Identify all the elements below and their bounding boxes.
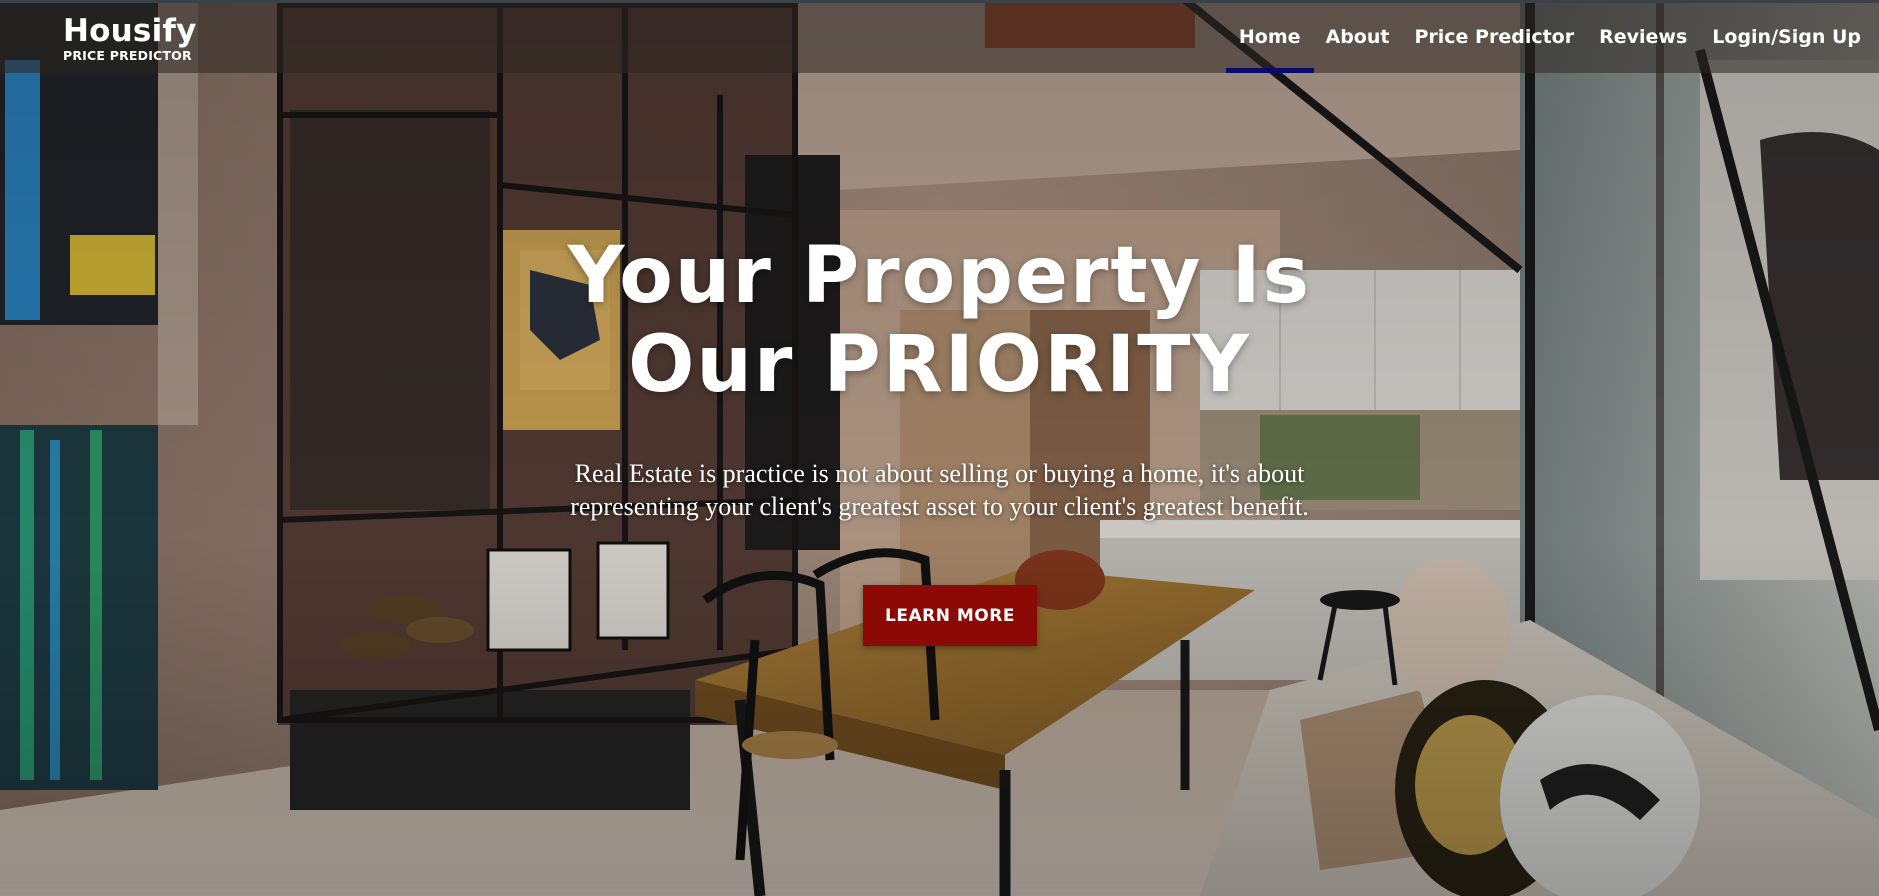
hero-title: Your Property Is Our PRIORITY: [0, 232, 1879, 410]
navbar: Housify PRICE PREDICTOR Home About Price…: [0, 0, 1879, 73]
hero-title-line-2: Our PRIORITY: [628, 320, 1251, 410]
learn-more-button[interactable]: LEARN MORE: [863, 585, 1037, 646]
nav-item-login-signup[interactable]: Login/Sign Up: [1712, 22, 1861, 52]
hero-subtitle-line-2: representing your client's greatest asse…: [570, 492, 1309, 521]
brand-tagline: PRICE PREDICTOR: [63, 48, 192, 63]
nav-item-home[interactable]: Home: [1225, 22, 1314, 73]
nav-item-about[interactable]: About: [1326, 22, 1390, 52]
hero-subtitle: Real Estate is practice is not about sel…: [520, 457, 1359, 523]
hero-subtitle-line-1: Real Estate is practice is not about sel…: [574, 459, 1305, 488]
hero-background-image: [0, 0, 1879, 896]
nav-item-price-predictor[interactable]: Price Predictor: [1414, 22, 1574, 52]
brand-logo[interactable]: Housify PRICE PREDICTOR: [63, 14, 196, 63]
top-border: [0, 0, 1879, 3]
nav-item-reviews[interactable]: Reviews: [1599, 22, 1687, 52]
hero-section: Housify PRICE PREDICTOR Home About Price…: [0, 0, 1879, 896]
hero-title-line-1: Your Property Is: [567, 231, 1312, 321]
main-nav: Home About Price Predictor Reviews Login…: [1225, 22, 1861, 73]
brand-name: Housify: [63, 13, 197, 49]
